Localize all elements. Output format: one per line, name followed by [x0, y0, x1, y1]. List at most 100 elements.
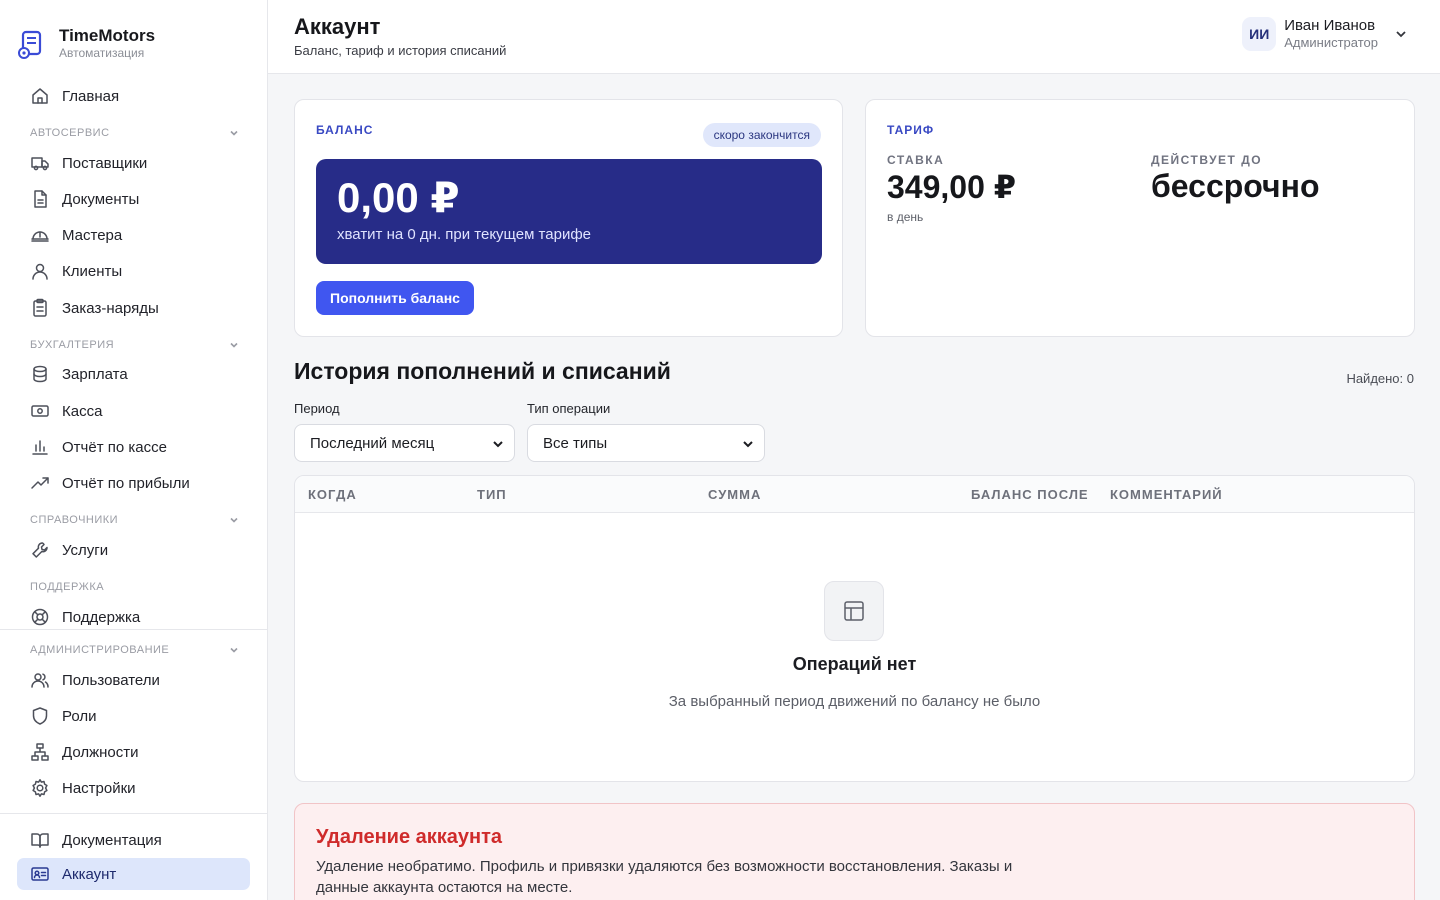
sidebar-item-cash[interactable]: Касса — [17, 395, 250, 427]
sidebar-item-home[interactable]: Главная — [17, 80, 250, 112]
type-select-value: Все типы — [543, 434, 608, 452]
status-badge: скоро закончится — [702, 123, 821, 147]
page-subtitle: Баланс, тариф и история списаний — [294, 43, 507, 58]
shield-icon — [30, 706, 50, 726]
chevron-down-icon — [491, 437, 505, 451]
column-header-when[interactable]: КОГДА — [308, 487, 357, 502]
sidebar-item-label: Должности — [62, 743, 139, 761]
delete-account-card: Удаление аккаунта Удаление необратимо. П… — [294, 803, 1415, 900]
section-admin[interactable]: Администрирование — [30, 643, 240, 657]
home-icon — [30, 86, 50, 106]
document-icon — [30, 189, 50, 209]
history-title: История пополнений и списаний — [294, 358, 671, 384]
column-header-amount[interactable]: СУММА — [708, 487, 761, 502]
topup-balance-button[interactable]: Пополнить баланс — [316, 281, 474, 315]
sidebar-item-docs[interactable]: Документация — [17, 824, 250, 856]
sidebar-item-documents[interactable]: Документы — [17, 183, 250, 215]
bar-chart-icon — [30, 437, 50, 457]
sidebar-item-label: Поставщики — [62, 154, 148, 172]
section-accounting[interactable]: Бухгалтерия — [30, 338, 240, 352]
sidebar-item-users[interactable]: Пользователи — [17, 664, 250, 696]
type-select[interactable]: Все типы — [527, 424, 765, 462]
user-menu[interactable]: ИИ Иван Иванов Администратор — [1242, 17, 1408, 51]
sidebar: TimeMotors Автоматизация Главная Автосер… — [0, 0, 268, 900]
balance-note: хватит на 0 дн. при текущем тарифе — [337, 226, 592, 243]
history-table: КОГДА ТИП СУММА БАЛАНС ПОСЛЕ КОММЕНТАРИЙ… — [294, 475, 1415, 782]
sidebar-item-cash-report[interactable]: Отчёт по кассе — [17, 431, 250, 463]
user-name: Иван Иванов — [1284, 17, 1376, 34]
empty-state-text: За выбранный период движений по балансу … — [668, 693, 1041, 710]
sidebar-item-label: Документы — [62, 190, 140, 208]
sidebar-item-label: Документация — [62, 831, 162, 849]
sidebar-item-positions[interactable]: Должности — [17, 736, 250, 768]
gear-icon — [30, 778, 50, 798]
sidebar-item-label: Отчёт по прибыли — [62, 474, 190, 492]
sidebar-item-masters[interactable]: Мастера — [17, 219, 250, 251]
page-title: Аккаунт — [294, 14, 381, 39]
sidebar-item-suppliers[interactable]: Поставщики — [17, 147, 250, 179]
helmet-icon — [30, 225, 50, 245]
tariff-label: ТАРИФ — [887, 123, 935, 137]
section-label: Поддержка — [30, 581, 105, 593]
sidebar-item-label: Пользователи — [62, 671, 160, 689]
rate-period: в день — [887, 210, 924, 224]
column-header-balance-after[interactable]: БАЛАНС ПОСЛЕ — [971, 487, 1089, 502]
sidebar-item-label: Мастера — [62, 226, 123, 244]
sidebar-item-profit-report[interactable]: Отчёт по прибыли — [17, 467, 250, 499]
layout-icon — [824, 581, 884, 641]
sidebar-item-label: Заказ-наряды — [62, 299, 159, 317]
trending-up-icon — [30, 473, 50, 493]
coins-icon — [30, 364, 50, 384]
section-references[interactable]: Справочники — [30, 513, 240, 527]
lifebuoy-icon — [30, 607, 50, 627]
sidebar-item-label: Клиенты — [62, 262, 123, 280]
user-icon — [30, 261, 50, 281]
brand-subtitle: Автоматизация — [59, 46, 145, 60]
sidebar-item-clients[interactable]: Клиенты — [17, 255, 250, 287]
balance-amount: 0,00 ₽ — [337, 174, 460, 221]
truck-icon — [30, 153, 50, 173]
sidebar-item-roles[interactable]: Роли — [17, 700, 250, 732]
sidebar-item-services[interactable]: Услуги — [17, 534, 250, 566]
chevron-down-icon — [230, 517, 238, 523]
chevron-down-icon — [230, 130, 238, 136]
chevron-down-icon — [230, 342, 238, 348]
chevron-down-icon — [230, 647, 238, 653]
brand-name: TimeMotors — [59, 26, 156, 45]
sidebar-item-label: Зарплата — [62, 365, 128, 383]
sidebar-item-orders[interactable]: Заказ-наряды — [17, 292, 250, 324]
rate-value: 349,00 ₽ — [887, 169, 1017, 205]
sidebar-divider — [0, 813, 267, 814]
sidebar-item-label: Роли — [62, 707, 97, 725]
sidebar-item-salary[interactable]: Зарплата — [17, 358, 250, 390]
period-select-value: Последний месяц — [310, 434, 435, 452]
balance-panel: 0,00 ₽ хватит на 0 дн. при текущем тариф… — [316, 159, 822, 264]
section-label: Справочники — [30, 514, 119, 526]
rate-label: СТАВКА — [887, 153, 945, 167]
table-header: КОГДА ТИП СУММА БАЛАНС ПОСЛЕ КОММЕНТАРИЙ — [295, 476, 1414, 513]
empty-state-title: Операций нет — [792, 654, 917, 674]
brand[interactable]: TimeMotors Автоматизация — [17, 26, 155, 61]
id-card-icon — [30, 864, 50, 884]
balance-card: БАЛАНС скоро закончится 0,00 ₽ хватит на… — [294, 99, 843, 337]
user-role: Администратор — [1284, 35, 1378, 50]
brand-logo-icon — [17, 29, 45, 61]
period-select[interactable]: Последний месяц — [294, 424, 515, 462]
tariff-card: ТАРИФ СТАВКА 349,00 ₽ в день ДЕЙСТВУЕТ Д… — [865, 99, 1415, 337]
sidebar-item-label: Услуги — [62, 541, 109, 559]
clipboard-icon — [30, 298, 50, 318]
section-autoservice[interactable]: Автосервис — [30, 126, 240, 140]
top-header: Аккаунт Баланс, тариф и история списаний… — [268, 0, 1440, 74]
sidebar-item-settings[interactable]: Настройки — [17, 772, 250, 804]
sidebar-item-label: Главная — [62, 87, 120, 105]
delete-account-title: Удаление аккаунта — [316, 826, 503, 848]
sidebar-item-account[interactable]: Аккаунт — [17, 858, 250, 890]
delete-account-text: Удаление необратимо. Профиль и привязки … — [316, 858, 1013, 896]
column-header-comment[interactable]: КОММЕНТАРИЙ — [1110, 487, 1223, 502]
section-support: Поддержка — [30, 580, 240, 594]
sidebar-item-label: Аккаунт — [62, 865, 117, 883]
column-header-type[interactable]: ТИП — [477, 487, 507, 502]
sidebar-item-label: Настройки — [62, 779, 136, 797]
banknote-icon — [30, 401, 50, 421]
sidebar-item-label: Отчёт по кассе — [62, 438, 167, 456]
